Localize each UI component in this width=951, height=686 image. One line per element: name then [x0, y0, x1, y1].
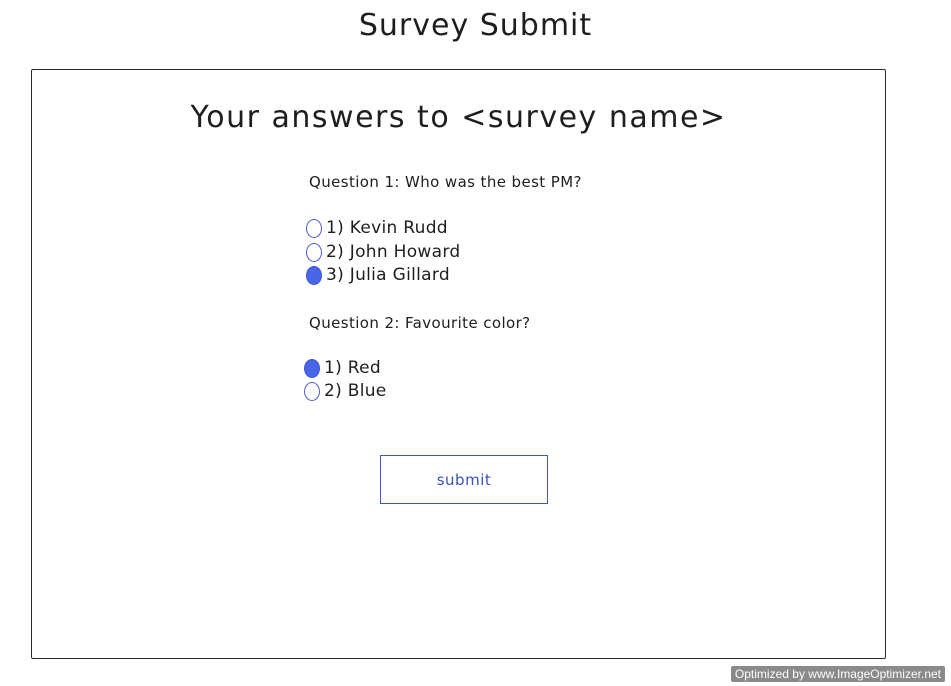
radio-button-selected[interactable] — [306, 265, 322, 285]
question-1-option-1[interactable]: 1) Kevin Rudd — [306, 217, 448, 239]
question-1-label: Question 1: Who was the best PM? — [309, 173, 582, 191]
question-2-option-2[interactable]: 2) Blue — [304, 380, 387, 402]
submit-button[interactable]: submit — [380, 455, 548, 504]
question-1-option-3[interactable]: 3) Julia Gillard — [306, 264, 450, 286]
radio-button[interactable] — [306, 242, 322, 262]
question-2-label: Question 2: Favourite color? — [309, 314, 531, 332]
survey-panel: Your answers to <survey name> Question 1… — [31, 69, 886, 659]
question-2-option-1[interactable]: 1) Red — [304, 357, 381, 379]
watermark: Optimized by www.ImageOptimizer.net — [730, 666, 945, 682]
page-heading: Survey Submit — [358, 8, 593, 43]
option-label: 1) Kevin Rudd — [326, 218, 448, 238]
option-label: 2) Blue — [324, 381, 387, 401]
question-1-option-2[interactable]: 2) John Howard — [306, 241, 460, 263]
radio-button[interactable] — [304, 381, 320, 401]
survey-title: Your answers to <survey name> — [190, 100, 727, 135]
radio-button-selected[interactable] — [304, 358, 320, 378]
radio-button[interactable] — [306, 218, 322, 238]
option-label: 3) Julia Gillard — [326, 265, 450, 285]
option-label: 2) John Howard — [326, 242, 461, 262]
option-label: 1) Red — [324, 358, 381, 378]
